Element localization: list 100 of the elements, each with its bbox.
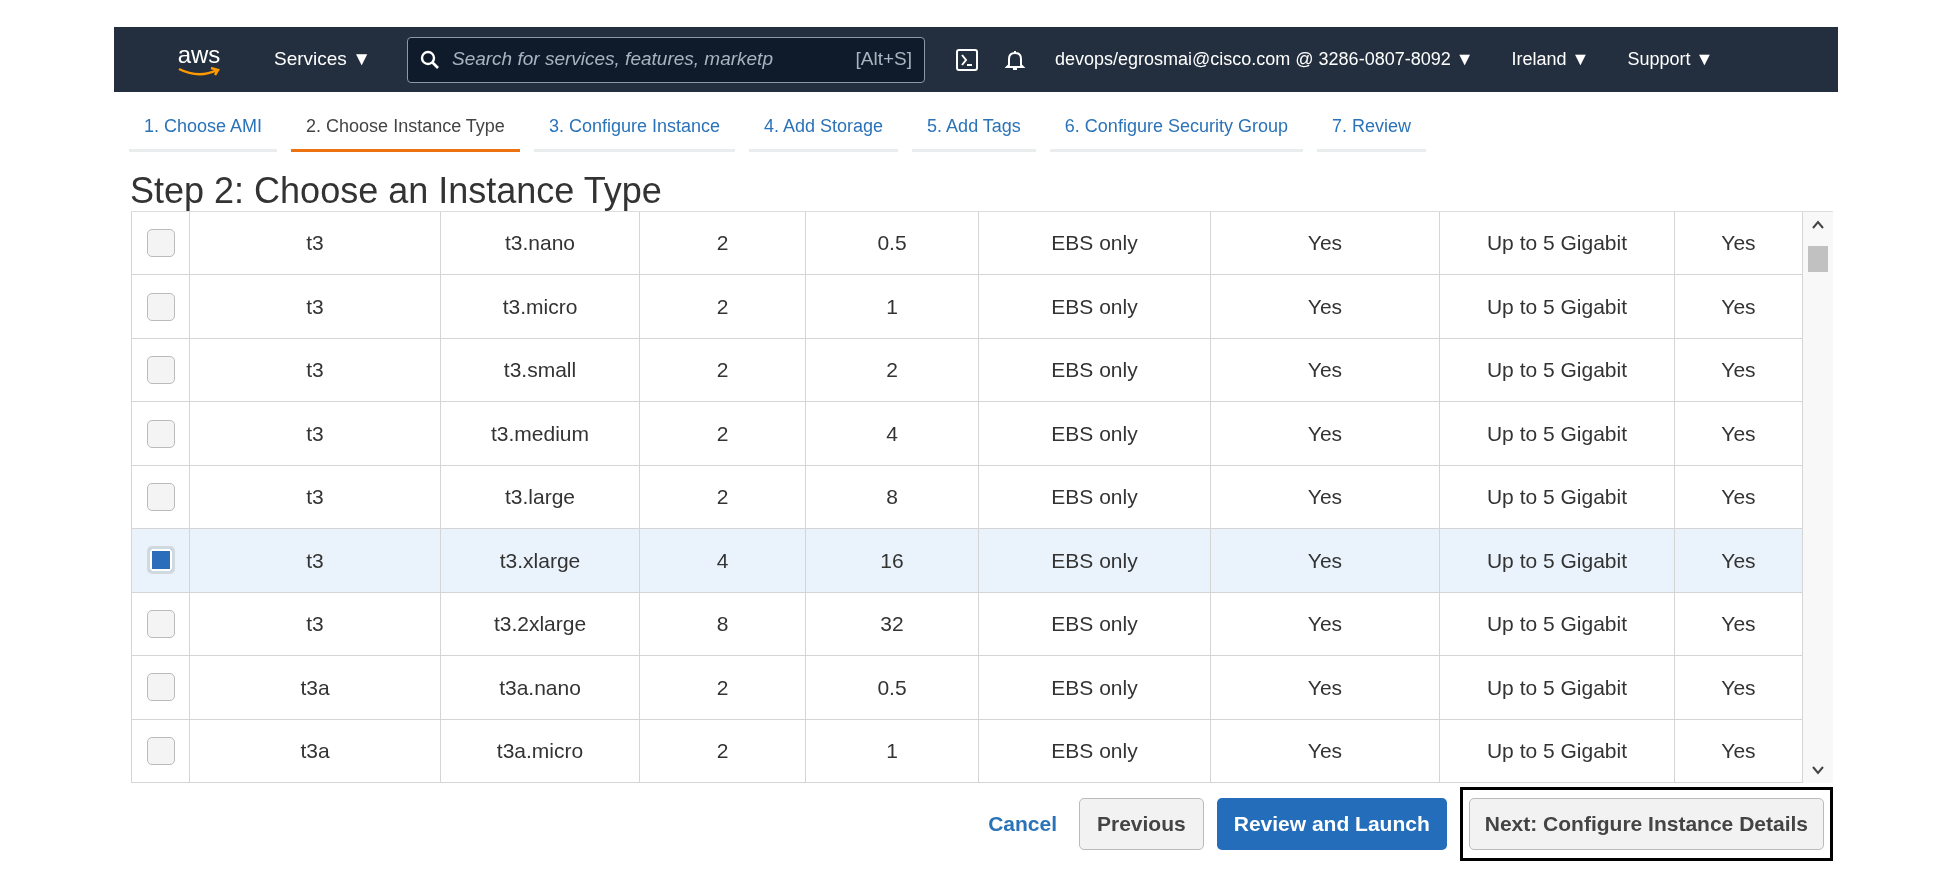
table-cell: Yes bbox=[1211, 719, 1440, 782]
table-cell: Up to 5 Gigabit bbox=[1440, 592, 1675, 656]
search-input[interactable]: Search for services, features, marketp bbox=[451, 45, 844, 74]
table-cell: EBS only bbox=[979, 465, 1211, 529]
table-row[interactable]: t3 t3.nano 2 0.5 EBS only Yes Up to 5 Gigabit Yes bbox=[131, 212, 1803, 276]
table-cell: 2 bbox=[640, 656, 806, 719]
table-cell: Yes bbox=[1211, 275, 1440, 338]
table-cell: 8 bbox=[640, 592, 806, 656]
table-cell: t3 bbox=[190, 592, 441, 656]
row-checkbox[interactable] bbox=[146, 482, 175, 511]
table-cell: 4 bbox=[640, 529, 806, 592]
terminal-icon[interactable] bbox=[954, 47, 979, 72]
table-cell: Yes bbox=[1211, 212, 1440, 275]
table-cell: Up to 5 Gigabit bbox=[1440, 719, 1675, 782]
wizard-step-tab[interactable]: 2. Choose Instance Type bbox=[291, 104, 520, 152]
row-checkbox[interactable] bbox=[146, 356, 175, 385]
table-cell: Up to 5 Gigabit bbox=[1440, 402, 1675, 465]
table-cell: EBS only bbox=[979, 656, 1211, 719]
shortcut-hint: [Alt+S] bbox=[855, 47, 912, 72]
table-cell: EBS only bbox=[979, 338, 1211, 402]
table-cell: t3.micro bbox=[441, 275, 640, 338]
support-menu[interactable]: Support ▼ bbox=[1627, 46, 1714, 73]
scroll-down-icon[interactable] bbox=[1812, 765, 1824, 775]
table-cell: 4 bbox=[806, 402, 979, 465]
table-cell: Up to 5 Gigabit bbox=[1440, 275, 1675, 338]
row-checkbox[interactable] bbox=[146, 419, 175, 448]
wizard-step-tab[interactable]: 7. Review bbox=[1316, 104, 1426, 152]
review-and-launch-button[interactable]: Review and Launch bbox=[1216, 798, 1447, 850]
page-heading: Step 2: Choose an Instance Type bbox=[130, 171, 663, 211]
scrollbar-thumb[interactable] bbox=[1808, 246, 1828, 272]
region-menu[interactable]: Ireland ▼ bbox=[1511, 46, 1590, 73]
wizard-step-tab[interactable]: 4. Add Storage bbox=[749, 104, 899, 152]
row-checkbox[interactable] bbox=[146, 546, 175, 575]
table-row[interactable]: t3a t3a.micro 2 1 EBS only Yes Up to 5 Gigabit Yes bbox=[131, 719, 1803, 783]
row-checkbox[interactable] bbox=[146, 673, 175, 702]
logo[interactable]: aws bbox=[171, 42, 227, 77]
table-row[interactable]: t3 t3.xlarge 4 16 EBS only Yes Up to 5 Gigabit Yes bbox=[131, 529, 1803, 593]
table-row[interactable]: t3 t3.micro 2 1 EBS only Yes Up to 5 Gigabit Yes bbox=[131, 275, 1803, 339]
table-row[interactable]: t3a t3a.nano 2 0.5 EBS only Yes Up to 5 Gigabit Yes bbox=[131, 656, 1803, 720]
table-cell: t3 bbox=[190, 338, 441, 402]
cancel-link[interactable]: Cancel bbox=[988, 808, 1057, 840]
table-cell: 0.5 bbox=[806, 212, 979, 275]
table-cell: 1 bbox=[806, 719, 979, 782]
table-cell: 2 bbox=[640, 719, 806, 782]
wizard-step-tab[interactable]: 3. Configure Instance bbox=[533, 104, 735, 152]
table-cell: t3a bbox=[190, 719, 441, 782]
table-cell: 2 bbox=[640, 465, 806, 529]
scroll-up-icon[interactable] bbox=[1812, 220, 1824, 230]
wizard-step-tab[interactable]: 6. Configure Security Group bbox=[1049, 104, 1303, 152]
table-cell: 2 bbox=[640, 338, 806, 402]
next-button[interactable]: Next: Configure Instance Details bbox=[1468, 798, 1824, 850]
table-cell: EBS only bbox=[979, 212, 1211, 275]
table-cell: 2 bbox=[640, 212, 806, 275]
table-cell: EBS only bbox=[979, 719, 1211, 782]
account-menu[interactable]: devops/egrosmai@cisco.com @ 3286-0807-8092 ▼ bbox=[1054, 46, 1474, 73]
table-cell: EBS only bbox=[979, 275, 1211, 338]
table-cell: Up to 5 Gigabit bbox=[1440, 212, 1675, 275]
table-cell: 2 bbox=[806, 338, 979, 402]
table-cell: t3 bbox=[190, 275, 441, 338]
table-row[interactable]: t3 t3.medium 2 4 EBS only Yes Up to 5 Gigabit Yes bbox=[131, 402, 1803, 466]
table-row[interactable]: t3 t3.large 2 8 EBS only Yes Up to 5 Gigabit Yes bbox=[131, 465, 1803, 530]
search-field[interactable]: Search for services, features, marketp [Alt+S] bbox=[406, 36, 925, 83]
table-cell: t3a bbox=[190, 656, 441, 719]
table-cell: Yes bbox=[1211, 656, 1440, 719]
table-row[interactable]: t3 t3.2xlarge 8 32 EBS only Yes Up to 5 Gigabit Yes bbox=[131, 592, 1803, 657]
row-checkbox[interactable] bbox=[146, 609, 175, 638]
table-cell: 2 bbox=[640, 275, 806, 338]
table-cell: t3.nano bbox=[441, 212, 640, 275]
search-icon bbox=[419, 49, 440, 70]
table-cell: t3 bbox=[190, 402, 441, 465]
table-cell: 0.5 bbox=[806, 656, 979, 719]
previous-button[interactable]: Previous bbox=[1079, 798, 1204, 850]
table-cell: t3 bbox=[190, 465, 441, 529]
table-cell: t3.small bbox=[441, 338, 640, 402]
table-cell: Up to 5 Gigabit bbox=[1440, 656, 1675, 719]
wizard-step-tab[interactable]: 5. Add Tags bbox=[912, 104, 1036, 152]
table-cell: EBS only bbox=[979, 402, 1211, 465]
table-cell: t3.medium bbox=[441, 402, 640, 465]
table-cell: Yes bbox=[1211, 402, 1440, 465]
table-cell: t3.large bbox=[441, 465, 640, 529]
table-cell: EBS only bbox=[979, 592, 1211, 656]
row-checkbox[interactable] bbox=[146, 229, 175, 258]
table-cell: Yes bbox=[1211, 338, 1440, 402]
table-cell: t3 bbox=[190, 529, 441, 592]
table-cell: Yes bbox=[1211, 529, 1440, 592]
table-row[interactable]: t3 t3.small 2 2 EBS only Yes Up to 5 Gigabit Yes bbox=[131, 338, 1803, 403]
table-cell: Up to 5 Gigabit bbox=[1440, 338, 1675, 402]
row-checkbox[interactable] bbox=[146, 292, 175, 321]
table-cell: t3 bbox=[190, 212, 441, 275]
table-cell: t3.2xlarge bbox=[441, 592, 640, 656]
table-cell: Yes bbox=[1211, 592, 1440, 656]
services-menu[interactable]: Services ▼ bbox=[274, 45, 371, 74]
table-cell: EBS only bbox=[979, 529, 1211, 592]
row-checkbox[interactable] bbox=[146, 736, 175, 765]
table-cell: Yes bbox=[1211, 465, 1440, 529]
table-cell: Up to 5 Gigabit bbox=[1440, 465, 1675, 529]
wizard-step-tab[interactable]: 1. Choose AMI bbox=[129, 104, 278, 152]
table-cell: 32 bbox=[806, 592, 979, 656]
table-cell: 16 bbox=[806, 529, 979, 592]
table-cell: 2 bbox=[640, 402, 806, 465]
